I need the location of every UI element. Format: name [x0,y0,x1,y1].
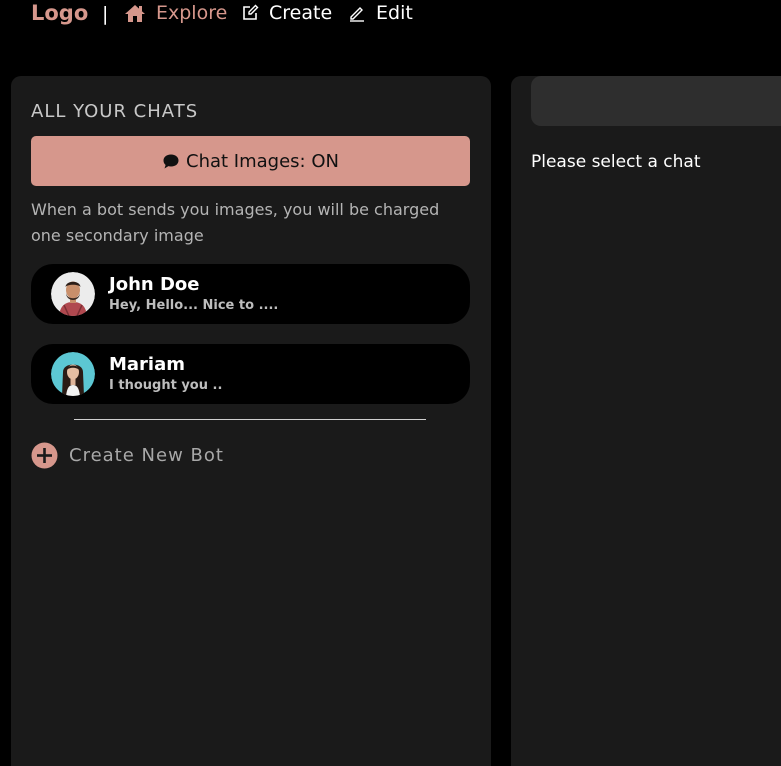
chat-list-item[interactable]: Mariam I thought you .. [31,344,470,404]
chat-name: John Doe [109,274,200,295]
chat-images-toggle-label: Chat Images: ON [186,150,339,172]
divider [74,419,426,420]
top-nav: Logo | Explore Create Edit [0,0,781,30]
nav-explore-link[interactable]: Explore [124,1,227,25]
home-icon [125,4,145,22]
chat-name: Mariam [109,354,186,375]
chat-images-note: When a bot sends you images, you will be… [31,200,440,245]
conversation-panel: Please select a chat [511,76,781,766]
create-new-bot-label: Create New Bot [69,444,224,466]
logo[interactable]: Logo [31,0,88,26]
pencil-icon [350,7,364,22]
chat-preview: I thought you .. [109,378,223,393]
nav-create-label: Create [269,2,333,24]
avatar [51,352,95,396]
chat-preview: Hey, Hello... Nice to .... [109,298,279,313]
plus-circle-icon [31,442,58,468]
empty-state-message: Please select a chat [531,152,701,172]
chat-list-item[interactable]: John Doe Hey, Hello... Nice to .... [31,264,470,324]
create-new-bot-button[interactable]: Create New Bot [31,441,224,469]
edit-square-icon [243,4,259,20]
panel-title: ALL YOUR CHATS [31,101,199,122]
nav-explore-label: Explore [156,2,228,24]
nav-create-link[interactable]: Create [241,1,332,25]
nav-edit-link[interactable]: Edit [348,1,413,25]
avatar [51,272,95,316]
nav-edit-label: Edit [376,2,413,24]
chat-bubble-icon [163,154,179,168]
chat-list-panel: ALL YOUR CHATS Chat Images: ON When a bo… [11,76,491,766]
nav-separator: | [102,3,109,25]
conversation-header [531,76,781,126]
chat-images-toggle-button[interactable]: Chat Images: ON [31,136,470,186]
